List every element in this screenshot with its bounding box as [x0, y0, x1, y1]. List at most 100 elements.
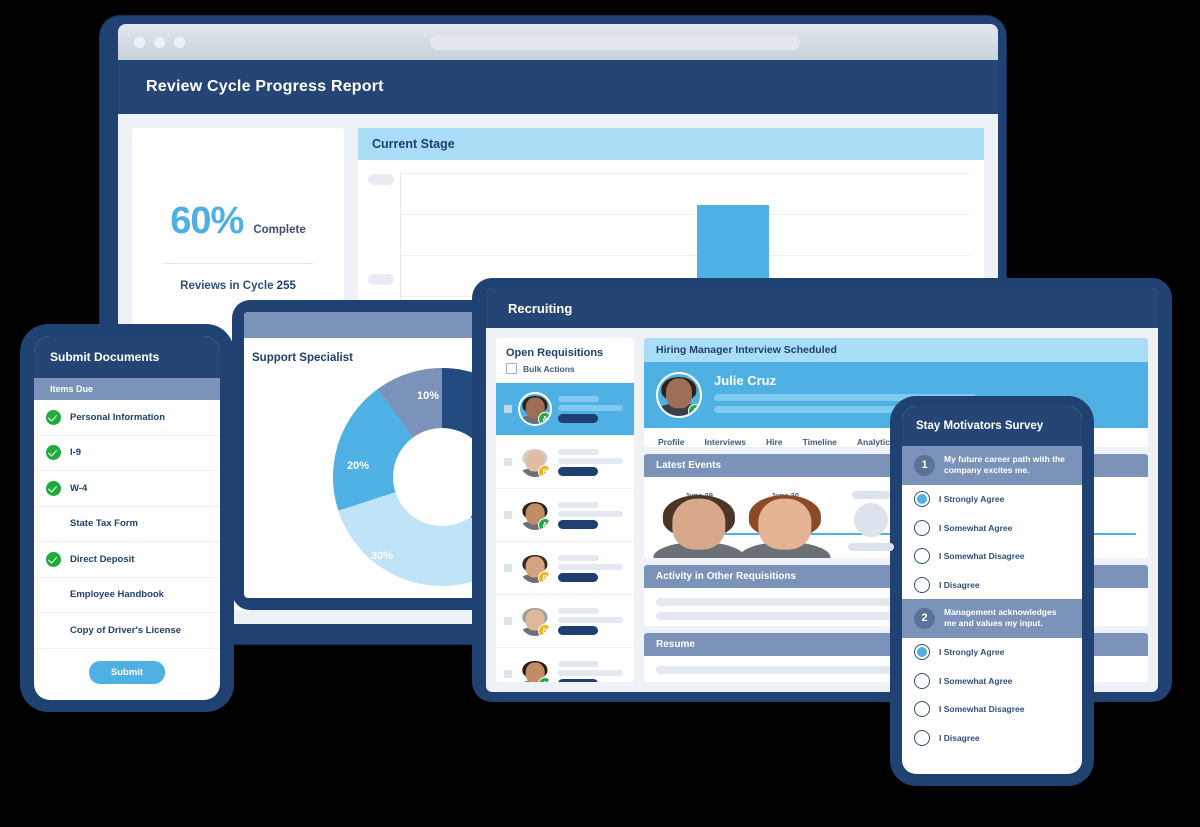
document-label: State Tax Form	[70, 518, 138, 530]
survey-option[interactable]: I Somewhat Disagree	[902, 695, 1082, 724]
requisition-action-pill[interactable]	[558, 572, 598, 582]
open-requisitions-header: Open Requisitions	[506, 347, 604, 359]
requisition-avatar: B	[518, 551, 552, 585]
review-app-bar: Review Cycle Progress Report	[118, 60, 998, 114]
tab-interviews[interactable]: Interviews	[704, 437, 746, 447]
timeline-avatar	[739, 495, 831, 559]
survey-option-label: I Strongly Agree	[939, 494, 1005, 505]
survey-option[interactable]: I Strongly Agree	[902, 638, 1082, 667]
row-checkbox[interactable]	[504, 458, 512, 466]
document-label: Personal Information	[70, 411, 166, 423]
survey-option[interactable]: I Disagree	[902, 723, 1082, 752]
reviews-in-cycle-label: Reviews in Cycle	[180, 280, 274, 292]
document-label: Employee Handbook	[70, 589, 164, 601]
document-list-item[interactable]: Personal Information	[34, 400, 220, 436]
candidate-name: Julie Cruz	[714, 372, 777, 388]
survey-option[interactable]: I Disagree	[902, 570, 1082, 599]
requisition-action-pill[interactable]	[558, 413, 598, 423]
donut-slice-label-30: 30%	[371, 550, 394, 562]
requisition-grade-badge: A	[538, 518, 550, 530]
requisition-text-placeholder	[558, 660, 626, 682]
check-circle-icon	[46, 480, 61, 496]
requisition-action-pill[interactable]	[558, 625, 598, 635]
donut-slice-label-10: 10%	[417, 390, 440, 402]
empty-status-icon	[46, 587, 61, 602]
submit-documents-window: Submit Documents Items Due Personal Info…	[34, 336, 220, 700]
document-label: Copy of Driver's License	[70, 624, 182, 636]
timeline-node[interactable]: June 30 Team Note & Scorecard	[739, 491, 831, 559]
row-checkbox[interactable]	[504, 670, 512, 678]
candidate-status: Hiring Manager Interview Scheduled	[644, 338, 1148, 362]
requisition-action-pill[interactable]	[558, 519, 598, 529]
submit-documents-title: Submit Documents	[34, 336, 220, 378]
radio-button[interactable]	[914, 548, 930, 565]
document-list-item[interactable]: Copy of Driver's License	[34, 613, 220, 649]
tab-hire[interactable]: Hire	[766, 437, 783, 447]
candidate-avatar: A	[656, 372, 702, 418]
radio-button[interactable]	[914, 491, 930, 508]
recruiting-title: Recruiting	[508, 300, 573, 316]
requisition-grade-badge: B	[538, 571, 550, 583]
requisition-list-item[interactable]: A	[496, 488, 634, 541]
requisition-text-placeholder	[558, 448, 626, 476]
document-list-item[interactable]: I-9	[34, 436, 220, 471]
survey-option[interactable]: I Somewhat Disagree	[902, 542, 1082, 571]
question-number: 2	[914, 607, 935, 629]
bulk-actions-row[interactable]: Bulk Actions	[496, 363, 634, 382]
window-maximize-dot[interactable]	[174, 36, 185, 48]
requisition-text-placeholder	[558, 607, 626, 635]
requisition-action-pill[interactable]	[558, 678, 598, 682]
requisition-list-item[interactable]: A	[496, 647, 634, 682]
requisition-list-item[interactable]: B	[496, 594, 634, 647]
row-checkbox[interactable]	[504, 405, 512, 413]
radio-button[interactable]	[914, 729, 930, 746]
survey-question-header: 2 Management acknowledges me and values m…	[902, 598, 1082, 638]
radio-button[interactable]	[914, 672, 930, 689]
radio-button[interactable]	[914, 701, 930, 718]
document-list-item[interactable]: W-4	[34, 471, 220, 507]
page-title: Review Cycle Progress Report	[146, 78, 384, 95]
survey-option[interactable]: I Somewhat Agree	[902, 513, 1082, 542]
donut-slice-label-20: 20%	[347, 460, 370, 472]
requisition-list-item[interactable]: B	[496, 435, 634, 488]
survey-option-label: I Somewhat Disagree	[939, 551, 1025, 562]
tab-profile[interactable]: Profile	[658, 437, 684, 447]
question-text: Management acknowledges me and values my…	[944, 606, 1057, 629]
requisition-grade-badge: B	[538, 465, 550, 477]
survey-questions: 1 My future career path with the company …	[902, 446, 1082, 752]
survey-option-label: I Somewhat Agree	[939, 522, 1013, 533]
timeline-node[interactable]: June 29 Screening Interview Complete	[653, 491, 745, 559]
radio-button[interactable]	[914, 576, 930, 593]
requisition-text-placeholder	[558, 554, 626, 582]
address-bar[interactable]	[430, 34, 800, 50]
row-checkbox[interactable]	[504, 511, 512, 519]
survey-option[interactable]: I Somewhat Agree	[902, 666, 1082, 695]
donut-slice-label-40: 40%	[498, 468, 521, 480]
window-minimize-dot[interactable]	[154, 36, 165, 48]
requisition-list-item[interactable]: B	[496, 541, 634, 594]
submit-button[interactable]: Submit	[88, 660, 166, 684]
row-checkbox[interactable]	[504, 564, 512, 572]
survey-option-label: I Somewhat Agree	[939, 675, 1013, 686]
requisition-list-item[interactable]: A	[496, 382, 634, 435]
bulk-actions-checkbox[interactable]	[506, 363, 517, 374]
document-list-item[interactable]: Employee Handbook	[34, 578, 220, 613]
window-close-dot[interactable]	[134, 36, 145, 48]
survey-option-label: I Strongly Agree	[939, 647, 1005, 658]
requisition-action-pill[interactable]	[558, 466, 598, 476]
survey-option-label: I Disagree	[939, 579, 980, 590]
requisition-list: A B A B B A	[496, 382, 634, 682]
y-tick-placeholder	[368, 174, 394, 185]
document-list-item[interactable]: State Tax Form	[34, 507, 220, 542]
empty-status-icon	[46, 623, 61, 638]
survey-option[interactable]: I Strongly Agree	[902, 485, 1082, 514]
radio-button[interactable]	[914, 519, 930, 536]
kpi-row: 60% Complete	[170, 200, 305, 243]
row-checkbox[interactable]	[504, 617, 512, 625]
chart-title: Current Stage	[358, 128, 984, 160]
survey-title: Stay Motivators Survey	[902, 406, 1082, 446]
requisition-avatar: A	[518, 498, 552, 532]
radio-button[interactable]	[914, 644, 930, 661]
tab-timeline[interactable]: Timeline	[803, 437, 837, 447]
document-list-item[interactable]: Direct Deposit	[34, 542, 220, 578]
